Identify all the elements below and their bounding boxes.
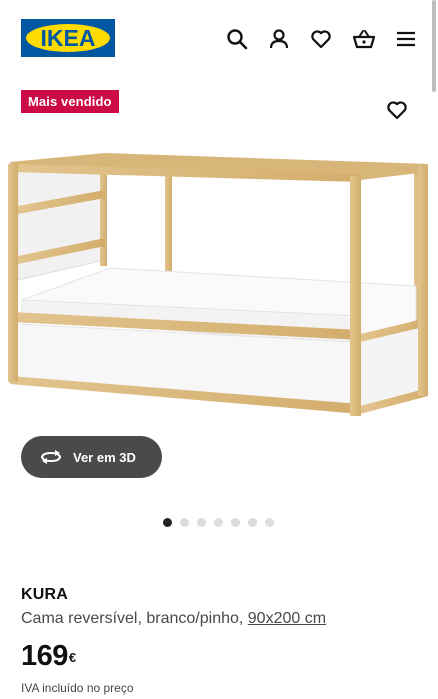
header: IKEA bbox=[0, 0, 438, 92]
carousel-dot[interactable] bbox=[180, 518, 189, 527]
price-value: 169 bbox=[21, 640, 68, 672]
carousel-dot[interactable] bbox=[197, 518, 206, 527]
rotate-3d-icon bbox=[39, 445, 63, 469]
product-size-link[interactable]: 90x200 cm bbox=[248, 610, 326, 627]
logo-text: IKEA bbox=[41, 25, 96, 51]
carousel-dot[interactable] bbox=[214, 518, 223, 527]
bestseller-badge: Mais vendido bbox=[21, 90, 119, 113]
ikea-logo[interactable]: IKEA bbox=[21, 19, 115, 57]
product-description: Cama reversível, branco/pinho, 90x200 cm bbox=[21, 610, 326, 628]
view-3d-button[interactable]: Ver em 3D bbox=[21, 436, 162, 478]
menu-icon[interactable] bbox=[392, 25, 420, 53]
price-currency: € bbox=[68, 650, 76, 665]
carousel-dot[interactable] bbox=[231, 518, 240, 527]
scrollbar[interactable] bbox=[432, 0, 436, 92]
basket-icon[interactable] bbox=[350, 25, 378, 53]
user-icon[interactable] bbox=[265, 25, 293, 53]
product-description-text: Cama reversível, branco/pinho, bbox=[21, 610, 244, 627]
vat-note: IVA incluído no preço bbox=[21, 681, 134, 695]
product-price: 169€ bbox=[21, 640, 76, 672]
image-carousel-dots bbox=[163, 518, 274, 527]
search-icon[interactable] bbox=[223, 25, 251, 53]
product-name: KURA bbox=[21, 586, 69, 603]
product-image[interactable] bbox=[0, 140, 438, 430]
favorite-heart-icon[interactable] bbox=[384, 97, 410, 123]
view-3d-label: Ver em 3D bbox=[73, 449, 136, 465]
carousel-dot[interactable] bbox=[163, 518, 172, 527]
carousel-dot[interactable] bbox=[248, 518, 257, 527]
carousel-dot[interactable] bbox=[265, 518, 274, 527]
heart-icon[interactable] bbox=[307, 25, 335, 53]
